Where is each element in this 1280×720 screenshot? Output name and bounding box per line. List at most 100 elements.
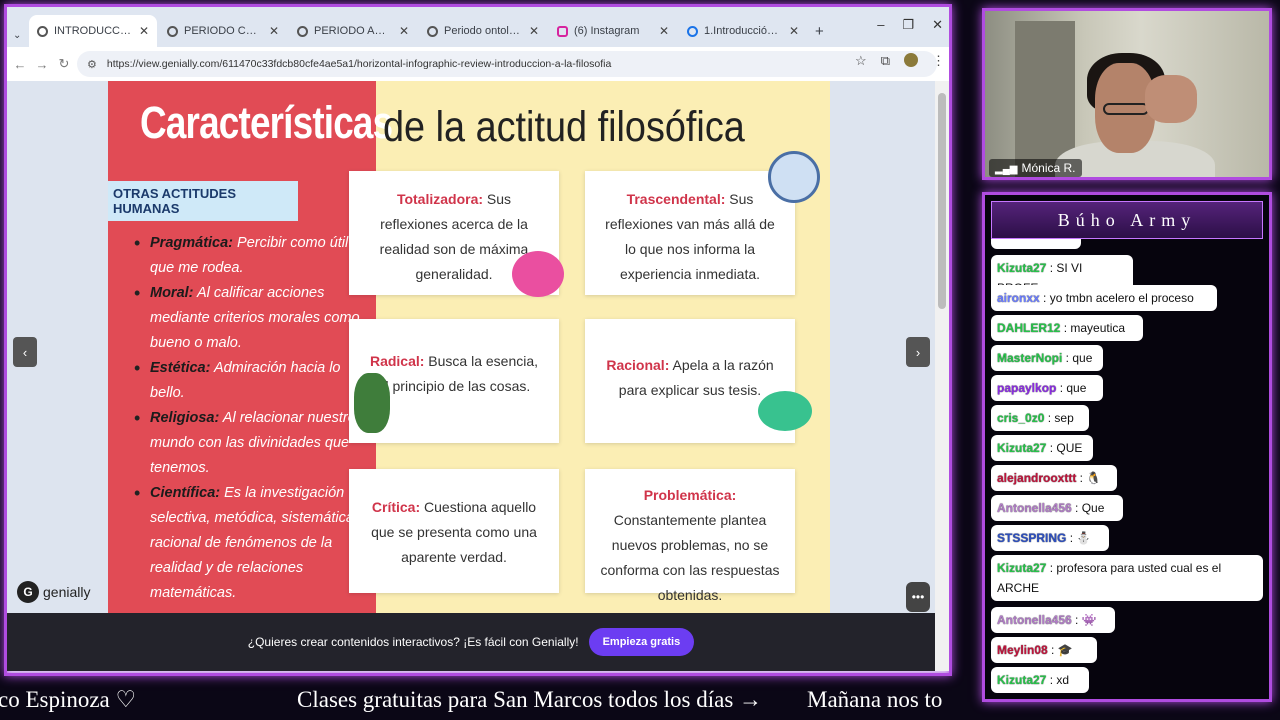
close-icon[interactable]: ✕ — [139, 24, 149, 38]
chat-message: papaylkop : que — [991, 375, 1103, 401]
thinker-icon — [758, 391, 812, 431]
more-options-button[interactable]: ••• — [906, 582, 930, 612]
chat-separator: : — [1071, 501, 1082, 515]
chat-separator: : — [1071, 613, 1082, 627]
chat-text: xd — [1056, 673, 1070, 687]
tab-bar: ⌄ INTRODUCCIÓN A LA FILOS✕ PERIODO COSMO… — [7, 7, 949, 47]
chat-username[interactable]: papaylkop — [997, 381, 1056, 395]
ticker-segment: Mañana nos to — [807, 687, 943, 712]
close-icon[interactable]: ✕ — [399, 24, 409, 38]
url-text: https://view.genially.com/611470c33fdcb8… — [106, 58, 612, 70]
genially-badge[interactable]: G genially — [17, 581, 90, 603]
chat-username[interactable]: Kizuta27 — [997, 261, 1046, 275]
chat-message: Antonella456 : 👾 — [991, 607, 1115, 633]
new-tab-button[interactable]: + — [807, 15, 832, 47]
chat-message: Kizuta27 : xd — [991, 667, 1089, 693]
forward-icon[interactable]: → — [31, 57, 53, 72]
title-part2: de la actitud filosófica — [383, 103, 745, 151]
chat-separator: : — [1039, 291, 1050, 305]
chat-message: alejandrooxttt : 🐧 — [991, 465, 1117, 491]
chat-text: sep — [1054, 411, 1074, 425]
tab-5[interactable]: 1.Introducción a la filosofí✕ — [679, 15, 807, 47]
list-item: Científica: Es la investigación selectiv… — [134, 481, 374, 606]
chat-text: Que — [1081, 501, 1105, 515]
close-window-icon[interactable]: ✕ — [932, 17, 943, 33]
maximize-icon[interactable]: ❐ — [902, 17, 914, 33]
chat-separator: : — [1046, 441, 1057, 455]
chat-text: 👾 — [1081, 613, 1097, 627]
chat-username[interactable]: aironxx — [997, 291, 1040, 305]
chat-separator: : — [1060, 321, 1071, 335]
close-icon[interactable]: ✕ — [529, 24, 539, 38]
chat-username[interactable]: Kizuta27 — [997, 561, 1046, 575]
webcam-name-label: ▂▄▆ Mónica R. — [989, 159, 1082, 177]
chat-username[interactable]: MasterNopi — [997, 351, 1062, 365]
chat-message: STSSPRING : ⛄ — [991, 525, 1109, 551]
tab-1[interactable]: PERIODO COSMOLÓGICO✕ — [159, 15, 287, 47]
scrollbar-thumb[interactable] — [938, 93, 946, 309]
chat-message: Kizuta27 : QUE — [991, 435, 1093, 461]
chat-message: Kizuta27 : profesora para usted cual es … — [991, 555, 1263, 601]
card-trascendental: Trascendental: Sus reflexiones van más a… — [585, 171, 795, 295]
close-icon[interactable]: ✕ — [269, 24, 279, 38]
address-bar[interactable]: ⚙ https://view.genially.com/611470c33fdc… — [77, 51, 937, 77]
instagram-icon — [557, 25, 568, 37]
genially-icon — [167, 25, 178, 37]
reload-icon[interactable]: ↻ — [53, 56, 75, 72]
chat-text: QUE — [1056, 441, 1083, 455]
chat-separator: : — [1062, 351, 1073, 365]
minimize-icon[interactable]: – — [877, 17, 884, 33]
reading-person-icon — [512, 251, 564, 297]
chat-text: que — [1072, 351, 1093, 365]
chat-text: mayeutica — [1070, 321, 1126, 335]
tab-3[interactable]: Periodo ontológico y Hele✕ — [419, 15, 547, 47]
chat-username[interactable]: Antonella456 — [997, 613, 1072, 627]
close-icon[interactable]: ✕ — [659, 24, 669, 38]
chat-username[interactable]: Kizuta27 — [997, 441, 1046, 455]
webcam-feed: ▂▄▆ Mónica R. — [982, 8, 1272, 180]
page-scrollbar[interactable] — [935, 81, 949, 671]
chat-username[interactable]: Kizuta27 — [997, 673, 1046, 687]
chat-text: que — [1066, 381, 1087, 395]
next-slide-button[interactable]: › — [906, 337, 930, 367]
chat-username[interactable]: Meylin08 — [997, 643, 1048, 657]
chat-message: MasterNopi : que — [991, 345, 1103, 371]
list-item: Pragmática: Percibir como útil lo que me… — [134, 231, 374, 281]
bookmark-star-icon[interactable]: ☆ — [855, 53, 867, 69]
tab-2[interactable]: PERIODO ANTROPOLÓGIC✕ — [289, 15, 417, 47]
chat-username[interactable]: DAHLER12 — [997, 321, 1060, 335]
canva-icon — [687, 25, 698, 37]
genially-icon — [37, 25, 48, 37]
tab-4[interactable]: (6) Instagram ✕ — [549, 15, 677, 47]
chat-separator: : — [1056, 381, 1067, 395]
menu-kebab-icon[interactable]: ⋮ — [932, 53, 945, 69]
chat-username[interactable]: STSSPRING — [997, 531, 1066, 545]
title-part1: Características — [140, 97, 393, 148]
detective-icon — [354, 373, 390, 433]
site-info-icon[interactable]: ⚙ — [87, 58, 97, 71]
genially-icon — [297, 25, 308, 37]
chat-username[interactable]: cris_0z0 — [997, 411, 1044, 425]
prev-slide-button[interactable]: ‹ — [13, 337, 37, 367]
list-item: Religiosa: Al relacionar nuestro mundo c… — [134, 406, 374, 481]
back-icon[interactable]: ← — [9, 57, 31, 72]
ticker-segment: co Espinoza ♡ — [0, 687, 137, 712]
promo-text: ¿Quieres crear contenidos interactivos? … — [247, 635, 579, 649]
chat-text: 🎓 — [1057, 643, 1073, 657]
close-icon[interactable]: ✕ — [789, 24, 799, 38]
otras-header: OTRAS ACTITUDES HUMANAS — [108, 181, 298, 221]
chat-username[interactable]: Antonella456 — [997, 501, 1072, 515]
chat-message: Antonella456 : Que — [991, 495, 1123, 521]
profile-avatar[interactable] — [904, 53, 918, 67]
chat-separator: : — [1044, 411, 1055, 425]
philosopher-avatar-icon — [768, 151, 820, 203]
chat-separator: : — [1046, 561, 1057, 575]
start-free-button[interactable]: Empieza gratis — [588, 628, 695, 656]
tab-0[interactable]: INTRODUCCIÓN A LA FILOS✕ — [29, 15, 157, 47]
signal-bars-icon: ▂▄▆ — [995, 164, 1018, 175]
extensions-icon[interactable]: ⧉ — [881, 53, 890, 69]
card-racional: Racional: Apela a la razón para explicar… — [585, 319, 795, 443]
toolbar-actions: ☆ ⧉ ⋮ — [855, 53, 945, 69]
stream-overlay: ⌄ INTRODUCCIÓN A LA FILOS✕ PERIODO COSMO… — [0, 0, 1280, 720]
chat-username[interactable]: alejandrooxttt — [997, 471, 1076, 485]
